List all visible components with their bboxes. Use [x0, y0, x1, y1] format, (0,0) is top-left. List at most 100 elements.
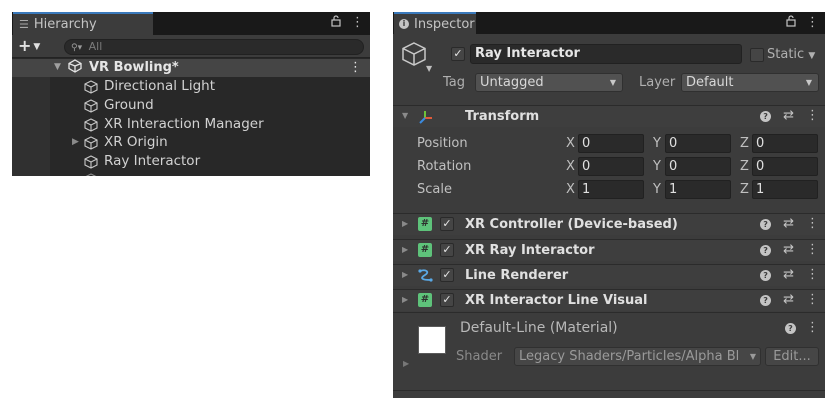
hierarchy-item-xr-origin[interactable]: ▶ XR Origin — [12, 134, 370, 152]
gameobject-name-field[interactable]: Ray Interactor — [470, 44, 742, 64]
component-menu-icon[interactable]: ⋮ — [806, 108, 819, 123]
static-checkbox[interactable] — [750, 48, 764, 62]
scene-menu-icon[interactable]: ⋮ — [349, 60, 362, 75]
material-swatch[interactable] — [418, 326, 446, 354]
collapsed-arrow-icon[interactable]: ▶ — [402, 219, 408, 228]
info-icon: i — [399, 19, 409, 29]
inspector-tab[interactable]: i Inspector — [394, 12, 476, 34]
component-enabled-checkbox[interactable]: ✓ — [440, 293, 454, 307]
add-object-button[interactable]: + ▼ — [18, 36, 40, 55]
search-placeholder: All — [88, 40, 103, 53]
help-icon[interactable]: ? — [785, 323, 796, 334]
hierarchy-panel: ☰ Hierarchy ⋮ + ▼ ⚲▾ All ▼ VR Bowling* ⋮ … — [12, 12, 370, 176]
component-menu-icon[interactable]: ⋮ — [806, 242, 819, 257]
gameobject-icon[interactable] — [401, 41, 427, 71]
collapsed-arrow-icon[interactable]: ▶ — [402, 270, 408, 279]
gameobject-icon — [84, 173, 98, 176]
lock-icon[interactable] — [331, 15, 341, 31]
expanded-arrow-icon[interactable]: ▼ — [54, 62, 61, 72]
hierarchy-tab-bar: ☰ Hierarchy ⋮ — [12, 12, 370, 35]
transform-title: Transform — [465, 109, 540, 124]
gameobject-icon — [84, 80, 98, 98]
help-icon[interactable]: ? — [760, 245, 772, 256]
component-enabled-checkbox[interactable]: ✓ — [440, 243, 454, 257]
active-checkbox[interactable]: ✓ — [451, 47, 465, 61]
component-menu-icon[interactable]: ⋮ — [806, 267, 819, 282]
layer-label: Layer — [639, 75, 676, 90]
static-dropdown[interactable]: Static ▼ — [767, 47, 815, 62]
lock-icon[interactable] — [786, 15, 796, 31]
unity-scene-icon — [68, 59, 82, 77]
position-y-field[interactable]: 0 — [665, 134, 731, 153]
shader-dropdown[interactable]: Legacy Shaders/Particles/Alpha Bl ▼ — [514, 347, 761, 366]
hierarchy-menu-icon[interactable]: ⋮ — [351, 15, 364, 31]
layer-value: Default — [686, 75, 734, 90]
component-xr-ray-interactor[interactable]: ▶ # ✓ XR Ray Interactor ? ⇄ ⋮ — [393, 239, 825, 261]
hierarchy-item-partial[interactable] — [12, 171, 370, 176]
item-name: Directional Light — [104, 78, 215, 94]
inspector-tab-bar: i Inspector ⋮ — [393, 12, 825, 34]
component-menu-icon[interactable]: ⋮ — [806, 216, 819, 231]
chevron-down-icon[interactable]: ▼ — [426, 64, 432, 73]
component-menu-icon[interactable]: ⋮ — [806, 292, 819, 307]
preset-icon[interactable]: ⇄ — [783, 216, 794, 231]
scene-row[interactable]: ▼ VR Bowling* ⋮ — [12, 59, 370, 77]
hierarchy-tab[interactable]: ☰ Hierarchy — [13, 12, 153, 35]
transform-header[interactable]: ▼ Transform ? ⇄ ⋮ — [393, 105, 825, 127]
scale-z-field[interactable]: 1 — [752, 180, 818, 199]
position-x-field[interactable]: 0 — [578, 134, 644, 153]
inspector-panel: i Inspector ⋮ ▼ ✓ Ray Interactor Static … — [393, 12, 825, 398]
hierarchy-item-directional-light[interactable]: Directional Light — [12, 78, 370, 96]
material-menu-icon[interactable]: ⋮ — [806, 320, 819, 335]
layer-dropdown[interactable]: Default ▼ — [681, 73, 819, 92]
help-icon[interactable]: ? — [760, 295, 772, 306]
component-title: Line Renderer — [465, 268, 569, 283]
scale-y-field[interactable]: 1 — [665, 180, 731, 199]
axis-x: X — [566, 159, 575, 174]
component-line-renderer[interactable]: ▶ ✓ Line Renderer ? ⇄ ⋮ — [393, 264, 825, 286]
position-z-field[interactable]: 0 — [752, 134, 818, 153]
chevron-down-icon: ▼ — [33, 41, 41, 52]
component-enabled-checkbox[interactable]: ✓ — [440, 268, 454, 282]
scale-x-field[interactable]: 1 — [578, 180, 644, 199]
shader-label: Shader — [456, 349, 503, 364]
inspector-menu-icon[interactable]: ⋮ — [806, 15, 819, 31]
hierarchy-toolbar: + ▼ ⚲▾ All — [12, 35, 370, 58]
axis-x: X — [566, 182, 575, 197]
hierarchy-item-xr-interaction-manager[interactable]: XR Interaction Manager — [12, 116, 370, 134]
chevron-down-icon: ▼ — [808, 51, 816, 61]
collapsed-arrow-icon[interactable]: ▶ — [402, 295, 408, 304]
axis-y: Y — [653, 136, 661, 151]
axis-z: Z — [740, 182, 749, 197]
edit-shader-button[interactable]: Edit... — [765, 347, 819, 366]
transform-icon — [418, 109, 432, 124]
axis-x: X — [566, 136, 575, 151]
chevron-down-icon: ▼ — [609, 78, 616, 87]
component-title: XR Ray Interactor — [465, 243, 595, 258]
collapsed-arrow-icon[interactable]: ▶ — [402, 245, 408, 254]
preset-icon[interactable]: ⇄ — [783, 108, 794, 123]
preset-icon[interactable]: ⇄ — [783, 267, 794, 282]
preset-icon[interactable]: ⇄ — [783, 242, 794, 257]
component-enabled-checkbox[interactable]: ✓ — [440, 217, 454, 231]
add-label: + — [18, 36, 32, 55]
preset-icon[interactable]: ⇄ — [783, 292, 794, 307]
axis-z: Z — [740, 136, 749, 151]
hierarchy-item-ground[interactable]: Ground — [12, 97, 370, 115]
tag-dropdown[interactable]: Untagged ▼ — [475, 73, 623, 92]
rotation-y-field[interactable]: 0 — [665, 157, 731, 176]
component-xr-controller[interactable]: ▶ # ✓ XR Controller (Device-based) ? ⇄ ⋮ — [393, 213, 825, 235]
row-label: Rotation — [417, 159, 472, 174]
rotation-x-field[interactable]: 0 — [578, 157, 644, 176]
expanded-arrow-icon[interactable]: ▼ — [402, 111, 408, 120]
rotation-z-field[interactable]: 0 — [752, 157, 818, 176]
collapsed-arrow-icon[interactable]: ▶ — [403, 359, 409, 368]
component-xr-interactor-line-visual[interactable]: ▶ # ✓ XR Interactor Line Visual ? ⇄ ⋮ — [393, 289, 825, 311]
help-icon[interactable]: ? — [760, 270, 772, 281]
hierarchy-search-input[interactable]: ⚲▾ All — [64, 39, 364, 55]
hierarchy-item-ray-interactor[interactable]: Ray Interactor — [12, 153, 370, 171]
help-icon[interactable]: ? — [760, 111, 772, 122]
collapsed-arrow-icon[interactable]: ▶ — [72, 137, 79, 147]
help-icon[interactable]: ? — [760, 219, 772, 230]
chevron-down-icon: ▼ — [747, 348, 756, 365]
